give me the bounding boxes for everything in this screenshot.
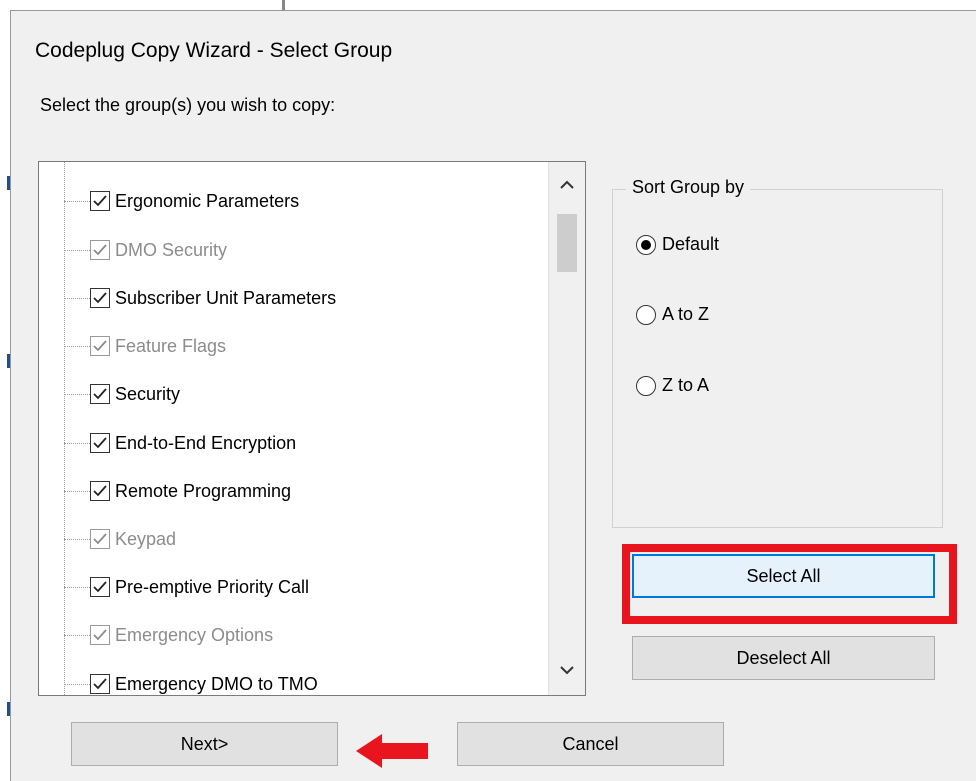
tree-item[interactable]: End-to-End Encryption: [64, 428, 296, 458]
tree-connector: [64, 538, 90, 540]
checkbox[interactable]: [90, 433, 110, 453]
checkmark-icon: [93, 340, 107, 352]
tree-item-label: Keypad: [115, 528, 177, 549]
checkmark-icon: [93, 629, 107, 641]
tree-connector: [64, 200, 90, 202]
checkbox[interactable]: [90, 625, 110, 645]
checkbox[interactable]: [90, 384, 110, 404]
checkbox[interactable]: [90, 674, 110, 694]
group-tree-list[interactable]: Ergonomic Parameters DMO Security Subscrib…: [38, 161, 586, 696]
instruction-text: Select the group(s) you wish to copy:: [40, 95, 336, 115]
tree-item[interactable]: Security: [64, 379, 180, 409]
tree-connector: [64, 345, 90, 347]
tree-connector: [64, 393, 90, 395]
tree-item[interactable]: Emergency DMO to TMO: [64, 669, 318, 695]
tree-item[interactable]: Keypad: [64, 524, 176, 554]
checkbox[interactable]: [90, 288, 110, 308]
tree-item-label: Security: [115, 383, 181, 404]
tree-item[interactable]: Remote Programming: [64, 476, 291, 506]
checkmark-icon: [93, 678, 107, 690]
radio-button[interactable]: [636, 304, 656, 325]
radio-label: Default: [662, 234, 720, 254]
background-window-top: [10, 0, 976, 10]
chevron-up-icon: [560, 180, 574, 189]
tree-item-label: Emergency DMO to TMO: [115, 673, 318, 694]
checkmark-icon: [93, 581, 107, 593]
scroll-up-button[interactable]: [549, 166, 585, 202]
tree-item[interactable]: DMO Security: [64, 235, 227, 265]
radio-selected-dot: [641, 239, 651, 250]
tree-connector: [64, 297, 90, 299]
checkmark-icon: [93, 195, 107, 207]
checkbox[interactable]: [90, 481, 110, 501]
select-all-button[interactable]: Select All: [632, 554, 935, 598]
tree-connector: [64, 586, 90, 588]
checkbox[interactable]: [90, 240, 110, 260]
radio-label: A to Z: [662, 304, 710, 324]
tree-item-label: Pre-emptive Priority Call: [115, 576, 310, 597]
tree-item-label: Emergency Options: [115, 624, 274, 645]
tree-item[interactable]: Feature Flags: [64, 331, 226, 361]
radio-default[interactable]: Default: [636, 234, 719, 255]
tree-item[interactable]: Subscriber Unit Parameters: [64, 283, 336, 313]
radio-button[interactable]: [636, 375, 656, 396]
checkmark-icon: [93, 292, 107, 304]
checkmark-icon: [93, 437, 107, 449]
vertical-scrollbar[interactable]: [548, 162, 585, 695]
radio-label: Z to A: [662, 375, 710, 395]
edge-tick: [282, 0, 285, 10]
scroll-thumb[interactable]: [557, 214, 577, 272]
deselect-all-button[interactable]: Deselect All: [632, 636, 935, 680]
checkmark-icon: [93, 533, 107, 545]
background-window-edge: [0, 0, 10, 781]
tree-connector: [64, 490, 90, 492]
radio-button[interactable]: [636, 234, 656, 255]
chevron-down-icon: [560, 666, 574, 675]
next-button[interactable]: Next>: [71, 722, 338, 766]
checkbox[interactable]: [90, 577, 110, 597]
tree-item-label: DMO Security: [115, 239, 228, 260]
checkmark-icon: [93, 244, 107, 256]
tree-item-label: Feature Flags: [115, 335, 227, 356]
wizard-dialog: Codeplug Copy Wizard - Select Group Sele…: [10, 10, 976, 781]
tree-connector: [64, 683, 90, 685]
scroll-down-button[interactable]: [549, 653, 585, 689]
checkbox[interactable]: [90, 191, 110, 211]
tree-item[interactable]: Emergency Options: [64, 620, 273, 650]
tree-item-label: Remote Programming: [115, 480, 292, 501]
sort-groupbox-legend: Sort Group by: [626, 177, 751, 198]
dialog-title: Codeplug Copy Wizard - Select Group: [35, 39, 393, 62]
checkbox[interactable]: [90, 529, 110, 549]
tree-connector: [64, 442, 90, 444]
tree-connector: [64, 634, 90, 636]
radio-a-to-z[interactable]: A to Z: [636, 304, 709, 325]
tree-item-label: Subscriber Unit Parameters: [115, 287, 337, 308]
tree-item[interactable]: Ergonomic Parameters: [64, 186, 299, 216]
cancel-button[interactable]: Cancel: [457, 722, 724, 766]
tree-connector: [64, 249, 90, 251]
tree-item-label: Ergonomic Parameters: [115, 190, 300, 211]
radio-z-to-a[interactable]: Z to A: [636, 375, 709, 396]
checkbox[interactable]: [90, 336, 110, 356]
tree-item-label: End-to-End Encryption: [115, 432, 297, 453]
tree-item[interactable]: Pre-emptive Priority Call: [64, 572, 309, 602]
left-arrow-icon: [356, 734, 428, 768]
checkmark-icon: [93, 485, 107, 497]
checkmark-icon: [93, 388, 107, 400]
